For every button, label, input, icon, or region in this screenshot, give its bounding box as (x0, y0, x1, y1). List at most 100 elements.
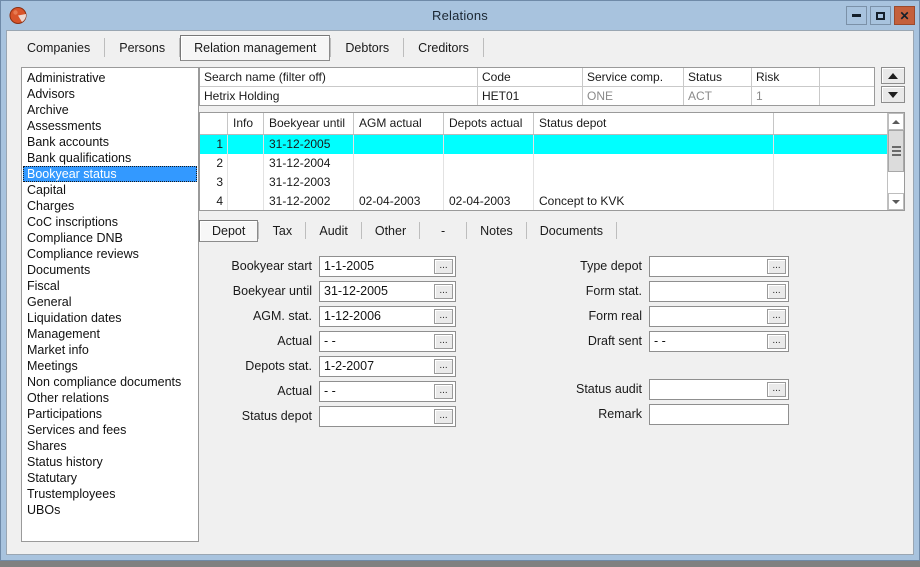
cell-depots-actual[interactable]: 02-04-2003 (444, 192, 534, 210)
field-draft-sent[interactable]: - -... (649, 330, 789, 352)
search-header-name[interactable]: Search name (filter off) (200, 68, 478, 86)
search-cell-service-comp[interactable]: ONE (583, 87, 684, 105)
cell-agm-actual[interactable] (354, 154, 444, 173)
search-result-grid[interactable]: Search name (filter off) Code Service co… (199, 67, 875, 106)
field-type-depot[interactable]: ... (649, 255, 789, 277)
search-cell-status[interactable]: ACT (684, 87, 752, 105)
cell-status-depot[interactable] (534, 154, 774, 173)
sidebar-item-compliance-reviews[interactable]: Compliance reviews (22, 246, 198, 262)
ellipsis-button-agm-stat[interactable]: ... (434, 308, 453, 324)
cell-agm-actual[interactable] (354, 173, 444, 192)
ellipsis-button-actual[interactable]: ... (434, 383, 453, 399)
tab-blank[interactable]: - (420, 220, 466, 242)
sidebar-item-capital[interactable]: Capital (22, 182, 198, 198)
sidebar-item-compliance-dnb[interactable]: Compliance DNB (22, 230, 198, 246)
tab-documents[interactable]: Documents (527, 220, 616, 242)
field-remark[interactable] (649, 403, 789, 425)
grid-header-depots-actual[interactable]: Depots actual (444, 113, 534, 134)
grid-header-status-depot[interactable]: Status depot (534, 113, 774, 134)
search-header-status[interactable]: Status (684, 68, 752, 86)
tab-persons[interactable]: Persons (105, 35, 179, 61)
tab-creditors[interactable]: Creditors (404, 35, 483, 61)
cell-status-depot[interactable] (534, 173, 774, 192)
cell-bookyear-until[interactable]: 31-12-2005 (264, 135, 354, 154)
sidebar-item-ubos[interactable]: UBOs (22, 502, 198, 518)
ellipsis-button-status-audit[interactable]: ... (767, 381, 786, 397)
search-grid-row[interactable]: Hetrix Holding HET01 ONE ACT 1 (200, 87, 874, 105)
ellipsis-button-bookyear-start[interactable]: ... (434, 258, 453, 274)
ellipsis-button-status-depot[interactable]: ... (434, 408, 453, 424)
cell-info[interactable] (228, 135, 264, 154)
scrollbar-track[interactable] (888, 130, 904, 193)
sidebar-item-liquidation-dates[interactable]: Liquidation dates (22, 310, 198, 326)
maximize-button[interactable] (870, 6, 891, 25)
scroll-down-button[interactable] (881, 86, 905, 103)
tab-notes[interactable]: Notes (467, 220, 526, 242)
sidebar-item-coc-inscriptions[interactable]: CoC inscriptions (22, 214, 198, 230)
sidebar-item-management[interactable]: Management (22, 326, 198, 342)
cell-agm-actual[interactable] (354, 135, 444, 154)
ellipsis-button-form-stat[interactable]: ... (767, 283, 786, 299)
grid-vertical-scrollbar[interactable] (887, 113, 904, 210)
cell-status-depot[interactable]: Concept to KVK (534, 192, 774, 210)
cell-info[interactable] (228, 192, 264, 210)
search-header-code[interactable]: Code (478, 68, 583, 86)
field-status-audit[interactable]: ... (649, 378, 789, 400)
cell-agm-actual[interactable]: 02-04-2003 (354, 192, 444, 210)
scroll-up-button[interactable] (881, 67, 905, 84)
ellipsis-button-form-real[interactable]: ... (767, 308, 786, 324)
cell-rownum[interactable]: 4 (200, 192, 228, 210)
ellipsis-button-draft-sent[interactable]: ... (767, 333, 786, 349)
close-button[interactable]: ✕ (894, 6, 915, 25)
cell-bookyear-until[interactable]: 31-12-2002 (264, 192, 354, 210)
minimize-button[interactable] (846, 6, 867, 25)
sidebar-item-administrative[interactable]: Administrative (22, 70, 198, 86)
sidebar-item-statutary[interactable]: Statutary (22, 470, 198, 486)
sidebar-item-general[interactable]: General (22, 294, 198, 310)
cell-rownum[interactable]: 3 (200, 173, 228, 192)
scrollbar-thumb[interactable] (888, 130, 904, 172)
tab-debtors[interactable]: Debtors (331, 35, 403, 61)
cell-rownum[interactable]: 1 (200, 135, 228, 154)
tab-tax[interactable]: Tax (259, 220, 305, 242)
ellipsis-button-actual[interactable]: ... (434, 333, 453, 349)
cell-depots-actual[interactable] (444, 154, 534, 173)
category-list[interactable]: Administrative Advisors Archive Assessments… (21, 67, 199, 542)
sidebar-item-archive[interactable]: Archive (22, 102, 198, 118)
search-header-service-comp[interactable]: Service comp. (583, 68, 684, 86)
sidebar-item-services-and-fees[interactable]: Services and fees (22, 422, 198, 438)
ellipsis-button-depots-stat[interactable]: ... (434, 358, 453, 374)
ellipsis-button-boekyear-until[interactable]: ... (434, 283, 453, 299)
cell-info[interactable] (228, 173, 264, 192)
sidebar-item-other-relations[interactable]: Other relations (22, 390, 198, 406)
grid-header-agm-actual[interactable]: AGM actual (354, 113, 444, 134)
cell-status-depot[interactable] (534, 135, 774, 154)
bookyear-grid[interactable]: Info Boekyear until AGM actual Depots ac… (199, 112, 905, 211)
sidebar-item-fiscal[interactable]: Fiscal (22, 278, 198, 294)
field-actual[interactable]: - -... (319, 330, 456, 352)
cell-info[interactable] (228, 154, 264, 173)
tab-relation-management[interactable]: Relation management (180, 35, 331, 61)
scrollbar-down-button[interactable] (888, 193, 904, 210)
sidebar-item-non-compliance-documents[interactable]: Non compliance documents (22, 374, 198, 390)
tab-depot[interactable]: Depot (199, 220, 259, 242)
sidebar-item-bookyear-status[interactable]: Bookyear status (23, 166, 197, 182)
field-bookyear-start[interactable]: 1-1-2005... (319, 255, 456, 277)
search-header-risk[interactable]: Risk (752, 68, 820, 86)
sidebar-item-market-info[interactable]: Market info (22, 342, 198, 358)
table-row[interactable]: 4 31-12-2002 02-04-2003 02-04-2003 Concept t… (200, 192, 887, 210)
sidebar-item-shares[interactable]: Shares (22, 438, 198, 454)
field-agm-stat[interactable]: 1-12-2006... (319, 305, 456, 327)
cell-bookyear-until[interactable]: 31-12-2004 (264, 154, 354, 173)
table-row[interactable]: 3 31-12-2003 (200, 173, 887, 192)
sidebar-item-status-history[interactable]: Status history (22, 454, 198, 470)
tab-other[interactable]: Other (362, 220, 419, 242)
sidebar-item-bank-accounts[interactable]: Bank accounts (22, 134, 198, 150)
ellipsis-button-type-depot[interactable]: ... (767, 258, 786, 274)
sidebar-item-participations[interactable]: Participations (22, 406, 198, 422)
tab-audit[interactable]: Audit (306, 220, 361, 242)
sidebar-item-meetings[interactable]: Meetings (22, 358, 198, 374)
table-row[interactable]: 1 31-12-2005 (200, 135, 887, 154)
grid-header-bookyear-until[interactable]: Boekyear until (264, 113, 354, 134)
field-depots-stat[interactable]: 1-2-2007... (319, 355, 456, 377)
